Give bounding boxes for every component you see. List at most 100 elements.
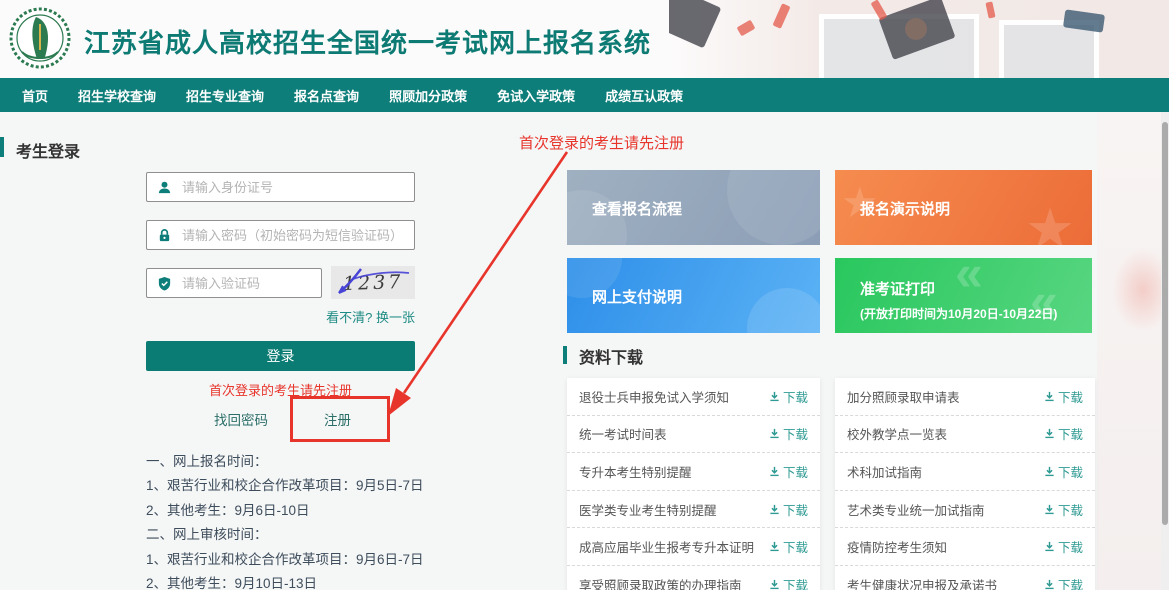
tassel <box>773 3 791 29</box>
captcha-field[interactable] <box>146 268 322 298</box>
download-name: 统一考试时间表 <box>579 424 667 443</box>
forgot-password-link[interactable]: 找回密码 <box>214 409 268 429</box>
download-row: 享受照顾录取政策的办理指南 下载 <box>567 566 820 590</box>
password-input[interactable] <box>180 227 414 244</box>
shield-check-icon <box>157 276 172 291</box>
download-link[interactable]: 下载 <box>1044 537 1083 556</box>
download-label: 下载 <box>783 462 808 481</box>
page: 江苏省成人高校招生全国统一考试网上报名系统 首页 招生学校查询 招生专业查询 报… <box>0 0 1169 590</box>
card-label: 报名演示说明 <box>860 198 950 219</box>
nav-item-home[interactable]: 首页 <box>22 86 48 105</box>
download-label: 下载 <box>783 537 808 556</box>
download-label: 下载 <box>783 424 808 443</box>
download-icon <box>769 428 780 439</box>
login-accent-bar <box>0 137 4 157</box>
notice-line: 一、网上报名时间： <box>146 450 424 474</box>
download-link[interactable]: 下载 <box>769 537 808 556</box>
download-name: 校外教学点一览表 <box>847 424 947 443</box>
download-row: 考生健康状况申报及承诺书 下载 <box>835 566 1095 590</box>
download-name: 加分照顾录取申请表 <box>847 387 960 406</box>
downloads-panel-right: 加分照顾录取申请表 下载 校外教学点一览表 下载 术科加试指南 下载 艺术类专业… <box>835 378 1095 590</box>
download-label: 下载 <box>1058 424 1083 443</box>
register-highlight-box <box>290 396 390 442</box>
password-field[interactable] <box>146 220 415 250</box>
nav-item-score-policy[interactable]: 成绩互认政策 <box>605 86 683 105</box>
background-strip <box>1097 112 1169 590</box>
notice-list: 一、网上报名时间： 1、艰苦行业和校企合作改革项目：9月5日-7日 2、其他考生… <box>146 450 424 590</box>
header-background-photo <box>669 0 1169 78</box>
download-name: 享受照顾录取政策的办理指南 <box>579 575 742 590</box>
card-subtitle: (开放打印时间为10月20日-10月22日) <box>860 305 1057 322</box>
card-registration-demo[interactable]: ★ ★ 报名演示说明 <box>835 170 1092 245</box>
card-print-admission-ticket[interactable]: « « 准考证打印 (开放打印时间为10月20日-10月22日) <box>835 258 1092 333</box>
lock-icon <box>157 228 172 243</box>
download-icon <box>769 541 780 552</box>
card-online-payment-info[interactable]: 网上支付说明 <box>567 258 820 333</box>
nav-item-school-query[interactable]: 招生学校查询 <box>78 86 156 105</box>
download-link[interactable]: 下载 <box>1044 575 1083 590</box>
download-label: 下载 <box>783 500 808 519</box>
download-link[interactable]: 下载 <box>1044 387 1083 406</box>
circle-decoration <box>727 170 820 245</box>
download-link[interactable]: 下载 <box>769 575 808 590</box>
card-label: 查看报名流程 <box>592 198 682 219</box>
header: 江苏省成人高校招生全国统一考试网上报名系统 <box>0 0 1169 78</box>
download-icon <box>769 579 780 590</box>
download-label: 下载 <box>1058 537 1083 556</box>
captcha-refresh-link[interactable]: 看不清? 换一张 <box>146 307 415 326</box>
school-emblem-logo <box>8 6 72 70</box>
notice-line: 二、网上审核时间： <box>146 523 424 547</box>
notice-line: 2、其他考生：9月6日-10日 <box>146 499 424 523</box>
download-name: 疫情防控考生须知 <box>847 537 947 556</box>
card-label: 准考证打印 <box>860 278 935 299</box>
download-icon <box>1044 541 1055 552</box>
download-link[interactable]: 下载 <box>769 387 808 406</box>
download-link[interactable]: 下载 <box>769 462 808 481</box>
download-link[interactable]: 下载 <box>769 500 808 519</box>
notice-line: 1、艰苦行业和校企合作改革项目：9月6日-7日 <box>146 548 424 572</box>
downloads-section-title: 资料下载 <box>579 344 643 368</box>
download-link[interactable]: 下载 <box>769 424 808 443</box>
card-view-registration-flow[interactable]: 查看报名流程 <box>567 170 820 245</box>
login-button[interactable]: 登录 <box>146 341 415 371</box>
download-link[interactable]: 下载 <box>1044 424 1083 443</box>
download-label: 下载 <box>783 575 808 590</box>
download-name: 退役士兵申报免试入学须知 <box>579 387 729 406</box>
download-label: 下载 <box>1058 462 1083 481</box>
id-number-field[interactable] <box>146 172 415 202</box>
download-row: 校外教学点一览表 下载 <box>835 416 1095 454</box>
download-name: 术科加试指南 <box>847 462 922 481</box>
download-icon <box>1044 428 1055 439</box>
download-row: 术科加试指南 下载 <box>835 453 1095 491</box>
download-row: 医学类专业考生特别提醒 下载 <box>567 491 820 529</box>
annotation-register-hint: 首次登录的考生请先注册 <box>519 132 684 153</box>
nav-item-major-query[interactable]: 招生专业查询 <box>186 86 264 105</box>
id-number-input[interactable] <box>180 179 414 196</box>
download-icon <box>1044 391 1055 402</box>
captcha-input[interactable] <box>180 275 321 292</box>
download-label: 下载 <box>1058 387 1083 406</box>
circle-decoration <box>747 288 820 333</box>
download-row: 退役士兵申报免试入学须知 下载 <box>567 378 820 416</box>
main-nav: 首页 招生学校查询 招生专业查询 报名点查询 照顾加分政策 免试入学政策 成绩互… <box>0 78 1169 112</box>
graduation-cap <box>669 0 721 48</box>
download-link[interactable]: 下载 <box>1044 462 1083 481</box>
nav-item-exempt-policy[interactable]: 免试入学政策 <box>497 86 575 105</box>
card-label: 网上支付说明 <box>592 286 682 307</box>
notice-line: 1、艰苦行业和校企合作改革项目：9月5日-7日 <box>146 474 424 498</box>
downloads-panel-left: 退役士兵申报免试入学须知 下载 统一考试时间表 下载 专升本考生特别提醒 下载 … <box>567 378 820 590</box>
download-link[interactable]: 下载 <box>1044 500 1083 519</box>
nav-item-bonus-policy[interactable]: 照顾加分政策 <box>389 86 467 105</box>
nav-item-site-query[interactable]: 报名点查询 <box>294 86 359 105</box>
site-title: 江苏省成人高校招生全国统一考试网上报名系统 <box>84 23 651 60</box>
captcha-image[interactable]: 1237 <box>331 266 415 299</box>
graduation-cap-detail <box>905 18 927 40</box>
download-label: 下载 <box>783 387 808 406</box>
download-icon <box>769 466 780 477</box>
scrollbar-thumb[interactable] <box>1162 122 1168 525</box>
tassel <box>985 1 995 18</box>
captcha-scribble <box>331 266 415 299</box>
download-label: 下载 <box>1058 500 1083 519</box>
download-row: 成高应届毕业生报考专升本证明 下载 <box>567 528 820 566</box>
download-icon <box>1044 579 1055 590</box>
